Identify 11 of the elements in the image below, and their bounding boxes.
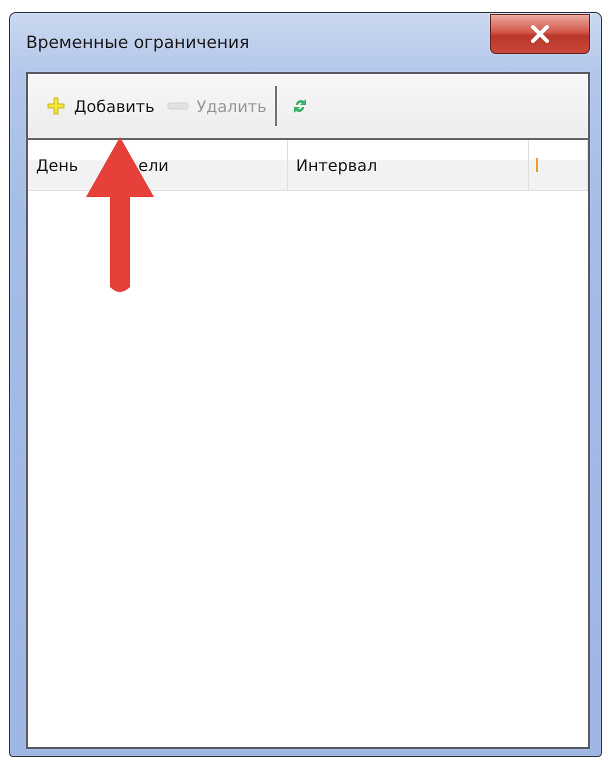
minus-icon — [166, 102, 189, 110]
window-title: Временные ограничения — [26, 33, 250, 53]
add-button[interactable]: Добавить — [40, 92, 161, 120]
column-header-text: День — [36, 156, 78, 174]
plus-icon — [46, 96, 66, 116]
close-icon — [529, 25, 551, 43]
column-header-text: Интервал — [296, 156, 378, 174]
close-button[interactable] — [490, 14, 590, 54]
column-header-text: ели — [138, 156, 169, 174]
column-header[interactable]: Интервал — [288, 140, 529, 190]
column-marker-icon — [536, 158, 538, 172]
